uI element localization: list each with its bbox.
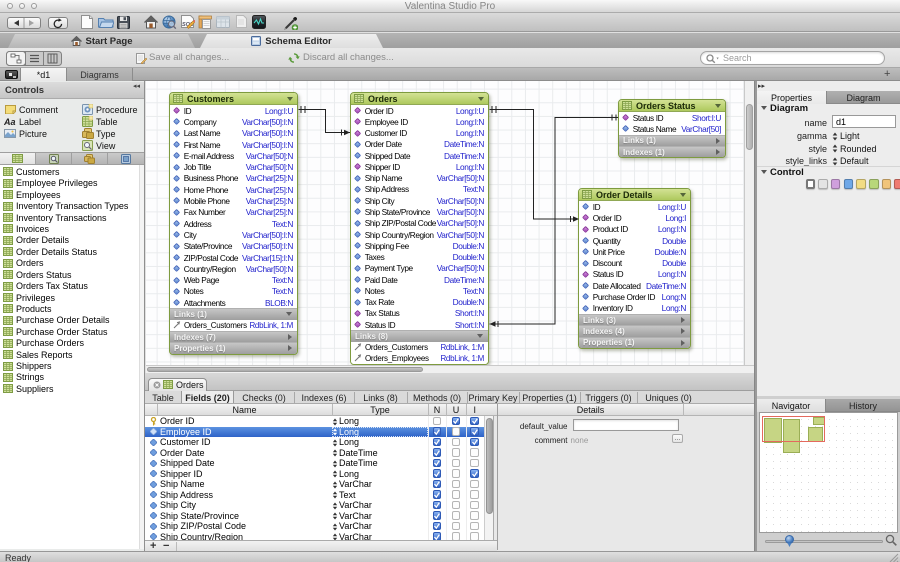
svg-text:Aa: Aa	[4, 117, 16, 126]
